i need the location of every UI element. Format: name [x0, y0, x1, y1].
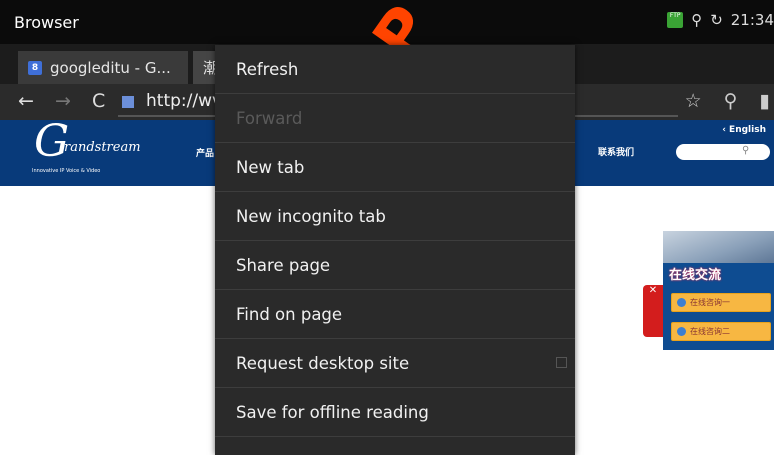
star-icon[interactable]: ☆ — [685, 90, 702, 112]
browser-overflow-menu: Refresh Forward New tab New incognito ta… — [215, 45, 575, 455]
menu-item-request-desktop-site[interactable]: Request desktop site — [215, 339, 575, 388]
site-search-input[interactable]: ⚲ — [676, 144, 770, 160]
url-text: http://wv — [146, 91, 223, 111]
menu-item-refresh[interactable]: Refresh — [215, 45, 575, 94]
site-favicon-icon — [122, 96, 134, 108]
search-icon[interactable]: ⚲ — [724, 90, 738, 112]
favicon-icon: 8 — [28, 60, 42, 75]
chat-title: 在线交流 — [669, 268, 722, 283]
bookmarks-icon[interactable]: ▮ — [760, 90, 770, 112]
chat-widget: 在线交流 在线咨询一 在线咨询二 — [663, 231, 774, 350]
menu-item-forward: Forward — [215, 94, 575, 143]
menu-item-new-incognito-tab[interactable]: New incognito tab — [215, 192, 575, 241]
chat-photo — [663, 231, 774, 263]
menu-item-share-page[interactable]: Share page — [215, 241, 575, 290]
close-icon[interactable]: ✕ — [649, 285, 657, 296]
search-icon: ⚲ — [742, 145, 750, 156]
chat-icon — [677, 327, 686, 336]
english-link[interactable]: ‹ English — [722, 125, 766, 135]
forward-icon[interactable]: → — [55, 90, 71, 112]
tab-googleditu[interactable]: 8 googleditu - G... — [18, 51, 188, 84]
nav-products[interactable]: 产品 — [196, 146, 214, 159]
usb-icon: ⚲ — [691, 11, 703, 29]
status-icons: FTP ⚲ ↻ 21:34 — [667, 11, 774, 29]
app-title: Browser — [14, 13, 79, 32]
chat-button-1[interactable]: 在线咨询一 — [671, 293, 771, 312]
clock: 21:34 — [730, 11, 774, 29]
desktop-site-checkbox[interactable] — [556, 357, 567, 368]
menu-item-find-on-page[interactable]: Find on page — [215, 290, 575, 339]
chat-button-2[interactable]: 在线咨询二 — [671, 322, 771, 341]
ftp-icon: FTP — [667, 12, 684, 28]
menu-item-save-offline[interactable]: Save for offline reading — [215, 388, 575, 437]
chat-icon — [677, 298, 686, 307]
tab-label: googleditu - G... — [50, 58, 171, 77]
nav-contact[interactable]: 联系我们 — [598, 145, 634, 158]
url-actions: ☆ ⚲ ▮ — [685, 90, 770, 112]
sync-icon: ↻ — [710, 11, 723, 29]
chat-close-tab[interactable]: ✕ — [643, 285, 663, 337]
reload-icon[interactable]: C — [92, 90, 105, 112]
back-icon[interactable]: ← — [18, 90, 34, 112]
menu-item-new-tab[interactable]: New tab — [215, 143, 575, 192]
grandstream-logo: G randstream Innovative IP Voice & Video — [32, 116, 141, 175]
